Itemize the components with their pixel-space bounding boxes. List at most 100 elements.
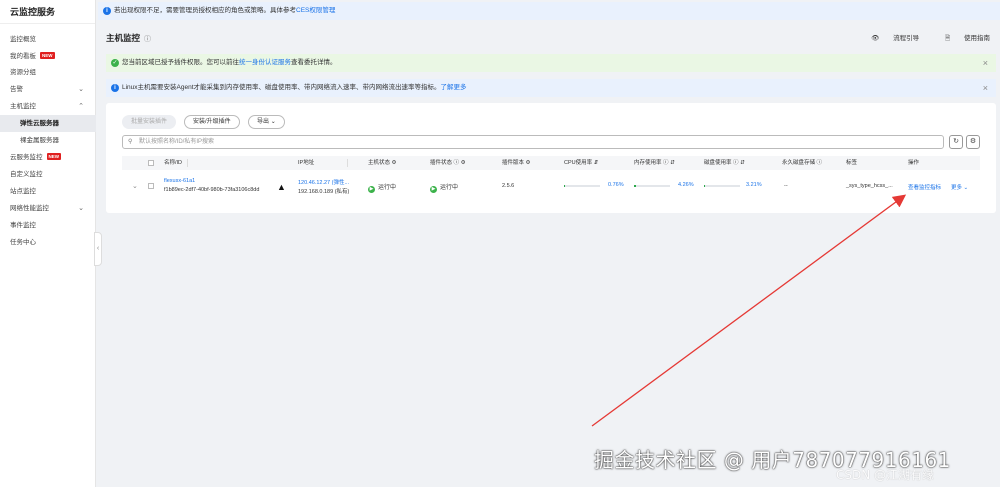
sidebar-item-label: 站点监控 [10, 188, 36, 195]
row-checkbox[interactable] [148, 183, 154, 189]
info-icon: i [111, 84, 119, 92]
close-icon[interactable]: × [983, 54, 988, 72]
help-icon: ⓘ [733, 160, 739, 166]
col-disk[interactable]: 磁盘使用率 ⓘ ⇵ [704, 156, 745, 170]
sidebar-item-cloud-service[interactable]: 云服务监控 NEW [0, 149, 96, 166]
new-badge: NEW [40, 52, 55, 59]
refresh-button[interactable]: ↻ [949, 135, 963, 149]
sidebar-item-label: 自定义监控 [10, 171, 43, 178]
sidebar-item-resource-groups[interactable]: 资源分组 [0, 64, 96, 81]
search-placeholder: 默认按照名称/ID/私有IP搜索 [139, 139, 215, 145]
col-ip: IP地址 [298, 156, 349, 170]
search-icon: ⚲ [128, 139, 133, 145]
running-icon: ▶ [368, 186, 375, 193]
annotation-arrow [591, 194, 907, 427]
sidebar-collapse-handle[interactable]: ‹ [94, 232, 102, 266]
sidebar-item-network[interactable]: 网络性能监控 ⌄ [0, 200, 96, 217]
help-icon: ⓘ [663, 160, 669, 166]
host-id: f1b89ec-2df7-40bf-980b-73fa3106c8dd [164, 187, 260, 193]
eye-icon: 👁 [871, 35, 880, 42]
sidebar-item-label: 监控概览 [10, 36, 36, 43]
top-links: 👁 流程引导 🗎 使用指南 [847, 32, 990, 45]
settings-button[interactable]: ⚙ [966, 135, 980, 149]
col-actions-label: 操作 [908, 160, 920, 166]
memory-bar [634, 185, 670, 187]
guide-link[interactable]: 👁 流程引导 [859, 35, 919, 42]
close-icon[interactable]: × [983, 79, 988, 97]
permission-link[interactable]: CES权限管理 [296, 7, 335, 14]
disk-value: 3.21% [746, 182, 762, 188]
sidebar-item-label: 我的看板 [10, 53, 36, 60]
authorized-banner: ✓ 您当前区域已授予插件权限。您可以前往统一身份认证服务查看委托详情。 × [106, 54, 996, 72]
col-agent-status[interactable]: 插件状态 ⓘ ⚙ [430, 156, 466, 170]
iam-link[interactable]: 统一身份认证服务 [239, 59, 291, 66]
page-title-text: 主机监控 [106, 33, 141, 43]
page-title: 主机监控 ⓘ [106, 32, 151, 44]
col-host-status-label: 主机状态 [368, 160, 391, 166]
agent-status: ▶ 运行中 [430, 182, 458, 193]
memory-value: 4.26% [678, 182, 694, 188]
document-icon: 🗎 [944, 35, 951, 42]
host-list-card: 批量安装插件 安装/升级插件 导出 ⌄ ⚲ 默认按照名称/ID/私有IP搜索 ↻… [106, 103, 996, 213]
col-host-status[interactable]: 主机状态 ⚙ [368, 156, 396, 170]
cpu-bar [564, 185, 600, 187]
table-header: 名称/ID IP地址 主机状态 ⚙ 插件状态 ⓘ ⚙ 插件版本 ⚙ CPU使用率… [122, 156, 980, 170]
host-status-text: 运行中 [378, 185, 397, 191]
help-icon: ⓘ [816, 160, 823, 166]
sidebar-item-label: 云服务监控 [10, 154, 43, 161]
host-name-link[interactable]: flexusx-61a1 [164, 178, 195, 184]
batch-install-button[interactable]: 批量安装插件 [122, 115, 177, 129]
check-icon: ✓ [111, 59, 119, 67]
col-memory[interactable]: 内存使用率 ⓘ ⇵ [634, 156, 675, 170]
chevron-down-icon: ⌄ [78, 86, 84, 93]
col-name-label: 名称/ID [164, 160, 183, 166]
storage-value: -- [784, 183, 788, 189]
help-icon: ⓘ [453, 160, 460, 166]
sidebar-item-tasks[interactable]: 任务中心 [0, 234, 96, 251]
col-cpu[interactable]: CPU使用率 ⇵ [564, 156, 598, 170]
banner-text-suffix: 查看委托详情。 [291, 59, 337, 66]
ip-public[interactable]: 120.46.12.27 (弹性... [298, 178, 349, 186]
agent-banner: i Linux主机需要安装Agent才能采集到内存使用率、磁盘使用率、带内网络流… [106, 79, 996, 97]
sidebar-item-alarm[interactable]: 告警 ⌄ [0, 81, 96, 98]
service-title: 云监控服务 [0, 0, 95, 24]
col-name: 名称/ID [164, 156, 189, 170]
filter-icon[interactable]: ⚙ [392, 160, 397, 166]
sidebar-item-host-monitoring[interactable]: 主机监控 ⌃ [0, 98, 96, 115]
ip-private: 192.168.0.189 (私有) [298, 189, 350, 195]
sidebar-item-ecs[interactable]: 弹性云服务器 [0, 115, 96, 132]
banner-text: Linux主机需要安装Agent才能采集到内存使用率、磁盘使用率、带内网络流入速… [122, 84, 441, 91]
help-icon[interactable]: ⓘ [144, 36, 151, 43]
sidebar-item-bms[interactable]: 裸金属服务器 [0, 132, 96, 149]
view-metrics-link[interactable]: 查看监控指标 [908, 183, 941, 191]
docs-link[interactable]: 🗎 使用指南 [933, 35, 990, 42]
gear-icon: ⚙ [969, 138, 977, 145]
col-memory-label: 内存使用率 [634, 160, 662, 166]
col-agent-version[interactable]: 插件版本 ⚙ [502, 156, 530, 170]
select-all-checkbox[interactable] [148, 160, 154, 166]
sidebar-item-label: 网络性能监控 [10, 205, 49, 212]
install-upgrade-button[interactable]: 安装/升级插件 [184, 115, 240, 129]
sidebar-item-dashboard[interactable]: 我的看板 NEW [0, 48, 96, 65]
expand-chevron-icon[interactable]: ⌄ [132, 182, 138, 190]
col-separator [347, 159, 349, 167]
sidebar-item-overview[interactable]: 监控概览 [0, 31, 96, 48]
col-agent-version-label: 插件版本 [502, 160, 525, 166]
sort-icon[interactable]: ⇵ [670, 160, 675, 166]
sidebar-item-label: 弹性云服务器 [20, 120, 59, 127]
search-input[interactable]: ⚲ 默认按照名称/ID/私有IP搜索 [122, 135, 944, 149]
banner-text: 若出现权限不足，需要管理员授权相应的角色或策略。具体参考 [114, 7, 296, 14]
learn-more-link[interactable]: 了解更多 [441, 84, 467, 91]
more-dropdown[interactable]: 更多 ⌄ [951, 183, 968, 191]
sidebar-item-event[interactable]: 事件监控 [0, 217, 96, 234]
export-button[interactable]: 导出 ⌄ [248, 115, 285, 129]
chevron-down-icon: ⌄ [78, 205, 84, 212]
filter-icon[interactable]: ⚙ [526, 160, 531, 166]
sort-icon[interactable]: ⇵ [594, 160, 599, 166]
sidebar-item-site[interactable]: 站点监控 [0, 183, 96, 200]
more-label: 更多 [951, 185, 963, 191]
filter-icon[interactable]: ⚙ [461, 160, 466, 166]
sort-icon[interactable]: ⇵ [740, 160, 745, 166]
sidebar-item-custom[interactable]: 自定义监控 [0, 166, 96, 183]
permission-banner: i 若出现权限不足，需要管理员授权相应的角色或策略。具体参考CES权限管理 [98, 2, 1000, 20]
